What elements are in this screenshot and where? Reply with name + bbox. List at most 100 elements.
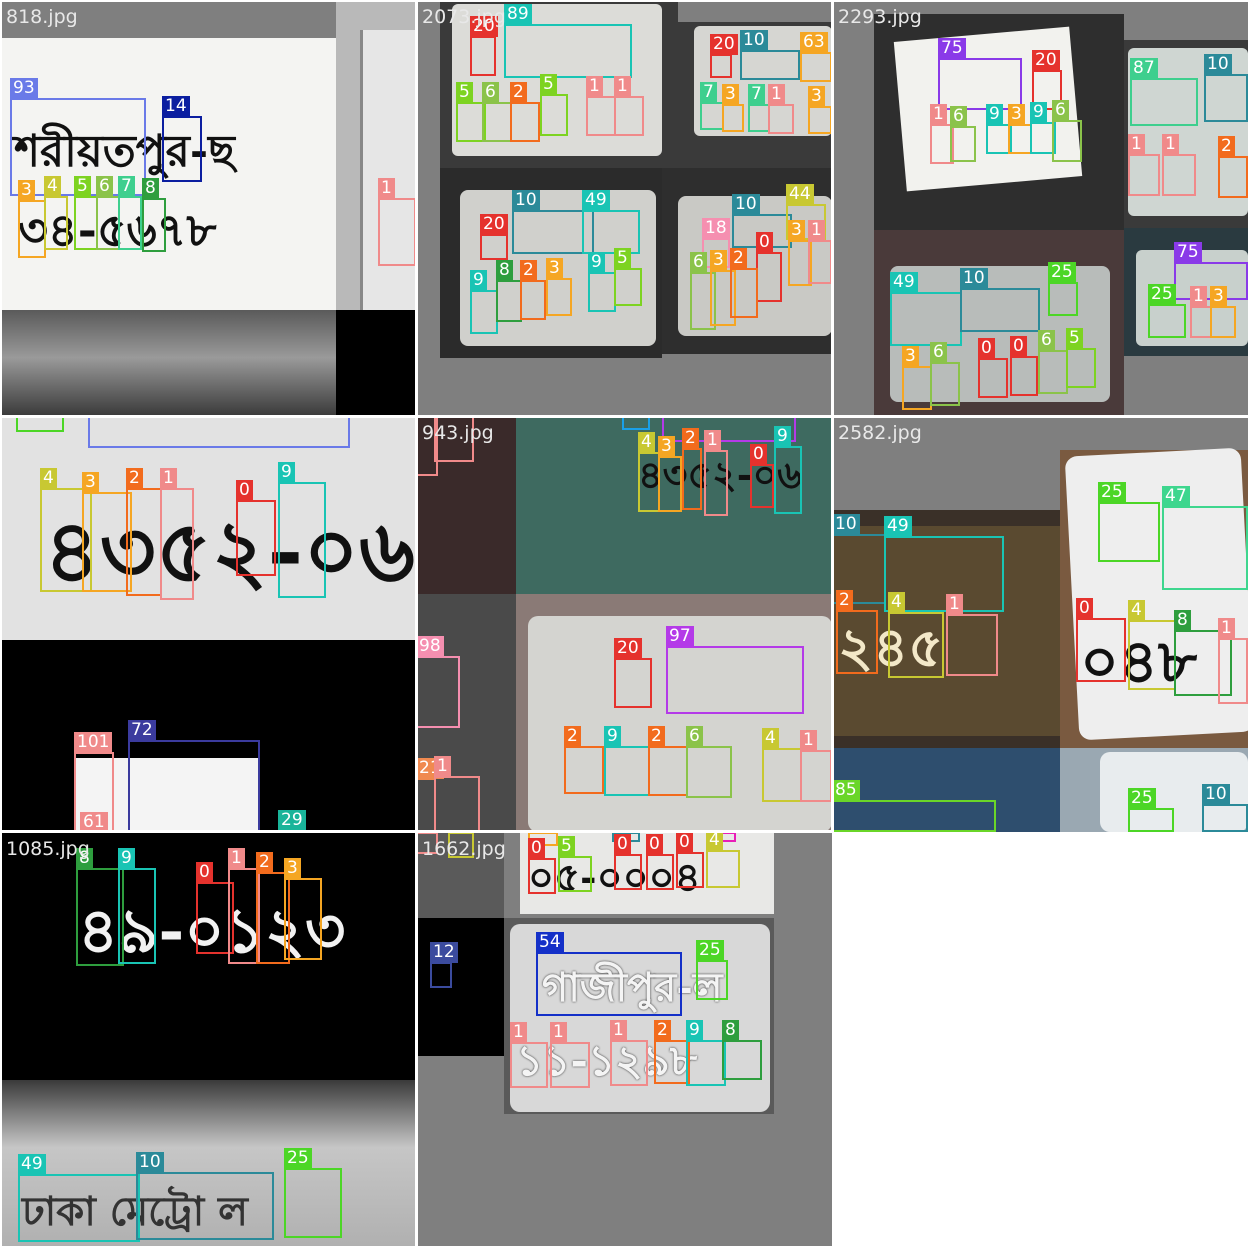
class-id-label: 3 <box>18 180 35 201</box>
detection-box: 3 <box>808 86 832 134</box>
detection-box: 1 <box>1162 134 1196 196</box>
detection-box: 1 <box>160 468 194 600</box>
class-id-label: 25 <box>1048 262 1076 283</box>
motorbike-part-photo <box>0 310 336 416</box>
class-id-label: 98 <box>416 636 444 657</box>
class-id-label: 0 <box>1076 598 1093 619</box>
detection-box: 25 <box>1098 482 1160 562</box>
class-id-label: 75 <box>1174 242 1202 263</box>
class-id-label: 4 <box>40 468 57 489</box>
separator <box>415 0 418 1248</box>
class-id-label: 97 <box>666 626 694 647</box>
class-id-label: 6 <box>686 726 703 747</box>
detection-box: 8 <box>76 848 124 966</box>
detection-box: 5 <box>1066 328 1096 388</box>
detection-box: 12 <box>430 942 458 988</box>
detection-box: 0 <box>676 832 704 888</box>
detection-box: 4 <box>44 176 68 250</box>
plate-photo-side-inner <box>360 30 416 310</box>
detection-box: 6 <box>482 82 512 142</box>
detection-box: 49 <box>18 1154 140 1242</box>
separator <box>0 830 832 833</box>
detection-box: 5 <box>558 836 592 892</box>
class-id-label: 2 <box>654 1020 671 1041</box>
class-id-label: 4 <box>44 176 61 197</box>
detection-box: 1 <box>378 178 416 266</box>
tile-filename: 2073.jpg <box>422 6 506 28</box>
class-id-label: 89 <box>504 4 532 25</box>
detection-box: 0 <box>1076 598 1126 682</box>
detection-box: 4 <box>706 832 740 888</box>
tile-filename: 818.jpg <box>6 6 78 28</box>
detection-box: 89 <box>504 4 632 78</box>
class-id-label: 3 <box>788 220 805 241</box>
class-id-label: 9 <box>1030 102 1047 123</box>
detection-box: 1 <box>808 220 832 284</box>
detection-box: 0 <box>528 838 556 894</box>
detection-box: 1 <box>434 756 480 832</box>
detection-box: 9 <box>118 848 156 964</box>
class-id-label: 3 <box>658 436 675 457</box>
class-id-label: 5 <box>456 82 473 103</box>
class-id-label: 1 <box>1218 618 1235 639</box>
class-id-label: 75 <box>938 38 966 59</box>
detection-box: 5 <box>540 74 568 136</box>
class-id-label: 20 <box>480 214 508 235</box>
detection-box: 1 <box>704 430 728 516</box>
class-id-label: 18 <box>702 218 730 239</box>
tile-filename: 943.jpg <box>422 422 494 444</box>
detection-box: 9 <box>604 726 650 796</box>
class-id-label: 29 <box>278 810 306 831</box>
class-id-label: 20 <box>1032 50 1060 71</box>
class-id-label: 0 <box>756 232 773 253</box>
detection-box: 6 <box>1052 100 1082 162</box>
class-id-label: 6 <box>690 252 707 273</box>
detection-box: 54 <box>536 932 682 1016</box>
class-id-label: 1 <box>800 730 817 751</box>
class-id-label: 25 <box>696 940 724 961</box>
class-id-label: 2 <box>126 468 143 489</box>
class-id-label: 85 <box>832 780 860 801</box>
class-id-label: 49 <box>890 272 918 293</box>
class-id-label: 2 <box>510 82 527 103</box>
separator <box>0 415 1248 418</box>
class-id-label: 6 <box>930 342 947 363</box>
class-id-label: 8 <box>1174 610 1191 631</box>
detection-box: 6 <box>1038 330 1068 394</box>
class-id-label: 1 <box>1190 286 1207 307</box>
tile-943-lower: 101 72 29 61 <box>0 640 416 832</box>
detection-box: 2 <box>564 726 604 794</box>
class-id-label: 20 <box>614 638 642 659</box>
detection-box: 1 <box>946 594 998 676</box>
class-id-label: 5 <box>1066 328 1083 349</box>
detection-box: 10 <box>1204 54 1248 122</box>
detection-box: 97 <box>666 626 804 714</box>
mosaic-canvas: শরীয়তপুর-ছ ৩৪-৫৬৭৮ 818.jpg 93 14 3 4 5 … <box>0 0 1248 1248</box>
class-id-label: 0 <box>646 834 663 855</box>
detection-box: 5 <box>614 248 642 306</box>
detection-box: 3 <box>82 472 132 592</box>
detection-box: 9 <box>588 252 616 312</box>
detection-box: 3 <box>18 180 46 258</box>
class-id-label: 87 <box>1130 58 1158 79</box>
class-id-label: 1 <box>550 1022 567 1043</box>
class-id-label: 5 <box>558 836 575 857</box>
tile-2293: 2293.jpg 75 20 1 6 9 3 9 6 87 10 1 1 2 4… <box>832 0 1248 416</box>
class-id-label: 1 <box>768 84 785 105</box>
detection-box: 1 <box>614 76 644 136</box>
detection-box: 0 <box>756 232 782 302</box>
tile-1085: ৪৯-০১২৩ ঢাকা মেট্রো ল 1085.jpg 8 9 0 1 2… <box>0 832 416 1248</box>
detection-box: 3 <box>1210 286 1236 338</box>
tile-943-right: ৪৩৫২-০৬ 943.jpg 1 1 31 77 4 3 2 1 0 9 98… <box>416 416 832 832</box>
class-id-label: 1 <box>510 1022 527 1043</box>
class-id-label: 5 <box>614 248 631 269</box>
class-id-label: 49 <box>18 1154 46 1175</box>
detection-box: 10 <box>136 1152 274 1240</box>
detection-box: 20 <box>614 638 652 708</box>
class-id-label: 9 <box>470 270 487 291</box>
detection-box: 9 <box>686 1020 726 1086</box>
class-id-label: 12 <box>430 942 458 963</box>
class-id-label: 10 <box>832 514 860 535</box>
detection-box: 20 <box>710 34 738 78</box>
separator <box>0 0 1248 2</box>
